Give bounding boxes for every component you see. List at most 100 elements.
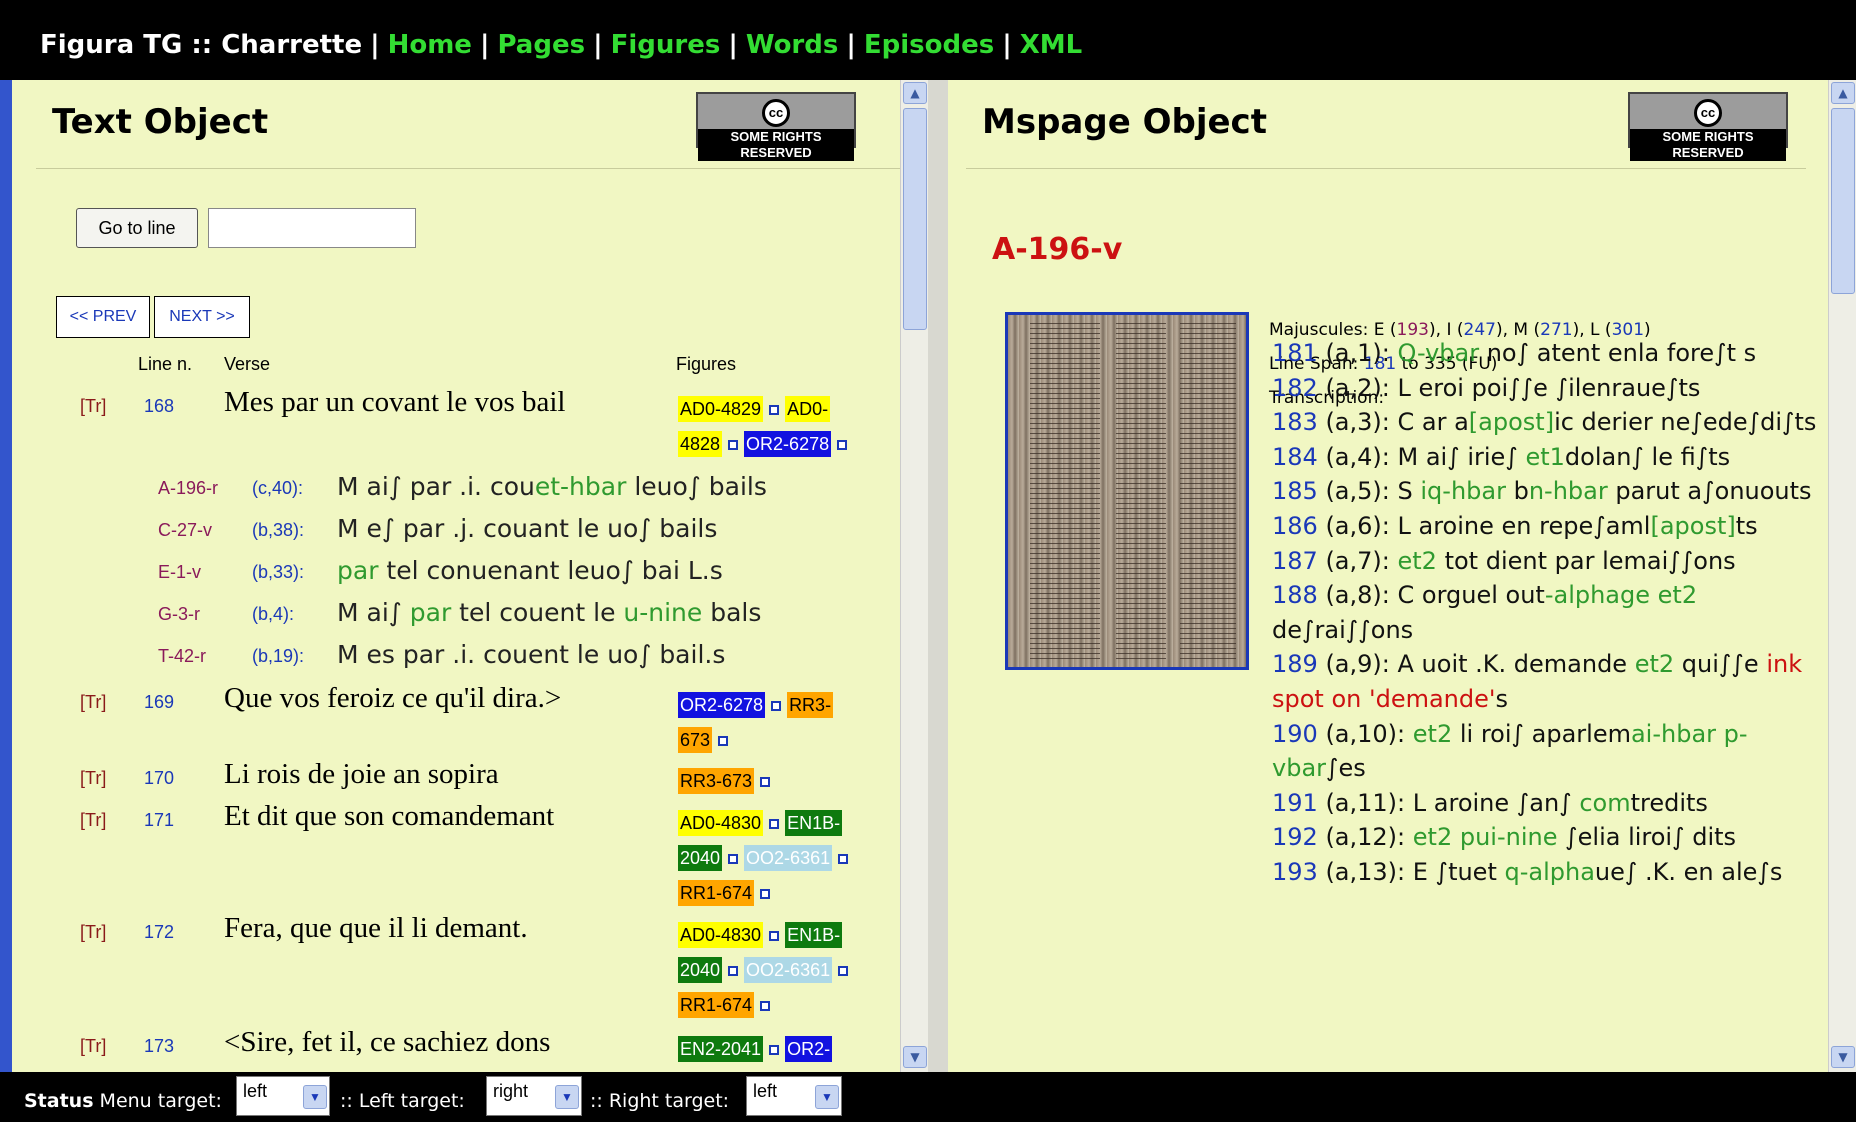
cc-license-badge[interactable]: cc SOME RIGHTS RESERVED [696, 92, 856, 161]
square-icon [760, 889, 771, 900]
figures-cell: AD0-4830 EN1B- 2040 OO2-6361 RR1-674 [678, 806, 878, 911]
tr-link[interactable]: [Tr] [80, 692, 106, 713]
tr-link[interactable]: [Tr] [80, 1036, 106, 1057]
pane-divider[interactable] [928, 80, 948, 1072]
figure-tag[interactable]: OO2-6361 [744, 957, 833, 983]
menu-target-select[interactable]: left ▼ [236, 1076, 330, 1116]
nav-pages[interactable]: Pages [497, 30, 585, 60]
witness-text: M e∫ par .j. couant le uo∫ bails [337, 514, 718, 543]
chevron-down-icon[interactable]: ▼ [815, 1085, 839, 1109]
next-button[interactable]: NEXT >> [154, 296, 250, 338]
line-number-link[interactable]: 191 [1272, 789, 1318, 817]
line-number-link[interactable]: 193 [1272, 858, 1318, 886]
site-title: Figura TG :: Charrette [40, 30, 363, 60]
transcription-lines: 181 (a,1): Q-vbar no∫ atent enla fore∫t … [1272, 336, 1817, 890]
line-number-link[interactable]: 186 [1272, 512, 1318, 540]
left-target-select[interactable]: right ▼ [486, 1076, 582, 1116]
line-number-link[interactable]: 187 [1272, 547, 1318, 575]
line-number-link[interactable]: 192 [1272, 823, 1318, 851]
line-number[interactable]: 171 [144, 810, 174, 831]
line-number[interactable]: 172 [144, 922, 174, 943]
figure-tag[interactable]: RR3-673 [678, 768, 755, 794]
go-to-line-input[interactable] [208, 208, 416, 248]
witness-id[interactable]: E-1-v [158, 562, 201, 583]
line-number-link[interactable]: 185 [1272, 477, 1318, 505]
witness-text: par tel conuenant leuo∫ bai L.s [337, 556, 723, 585]
left-scrollbar[interactable]: ▲ ▼ [900, 80, 928, 1072]
line-number-link[interactable]: 189 [1272, 650, 1318, 678]
right-target-select[interactable]: left ▼ [746, 1076, 842, 1116]
square-icon [760, 777, 771, 788]
witness-text: M ai∫ par .i. couet-hbar leuo∫ bails [337, 472, 767, 501]
go-to-line-button[interactable]: Go to line [76, 208, 198, 248]
square-icon [769, 819, 780, 830]
chevron-down-icon[interactable]: ▼ [555, 1085, 579, 1109]
witness-id[interactable]: T-42-r [158, 646, 206, 667]
figure-tag[interactable]: OR2-6278 [678, 692, 766, 718]
witness-position: (b,19): [252, 646, 305, 666]
line-number[interactable]: 173 [144, 1036, 174, 1057]
witness-position: (b,33): [252, 562, 305, 582]
nav-words[interactable]: Words [746, 30, 839, 60]
tr-link[interactable]: [Tr] [80, 396, 106, 417]
scroll-thumb[interactable] [1831, 108, 1855, 294]
tr-link[interactable]: [Tr] [80, 922, 106, 943]
chevron-down-icon[interactable]: ▼ [303, 1085, 327, 1109]
nav-episodes[interactable]: Episodes [864, 30, 994, 60]
figure-tag[interactable]: AD0-4829 [678, 396, 764, 422]
line-number-link[interactable]: 188 [1272, 581, 1318, 609]
scroll-down-icon[interactable]: ▼ [903, 1046, 927, 1068]
line-number-link[interactable]: 190 [1272, 720, 1318, 748]
witness-id[interactable]: A-196-r [158, 478, 218, 499]
cc-license-badge[interactable]: cc SOME RIGHTS RESERVED [1628, 92, 1788, 161]
square-icon [769, 931, 780, 942]
figure-tag[interactable]: RR3- [787, 692, 834, 718]
scroll-down-icon[interactable]: ▼ [1831, 1046, 1855, 1068]
cc-icon: cc [762, 99, 790, 127]
line-number[interactable]: 168 [144, 396, 174, 417]
tr-link[interactable]: [Tr] [80, 768, 106, 789]
tr-link[interactable]: [Tr] [80, 810, 106, 831]
figure-tag[interactable]: EN1B- [785, 810, 843, 836]
figure-tag[interactable]: RR1-674 [678, 992, 755, 1018]
line-number[interactable]: 169 [144, 692, 174, 713]
right-target-label: :: Right target: [590, 1090, 730, 1112]
figure-tag[interactable]: 4828 [678, 431, 723, 457]
figure-tag[interactable]: 2040 [678, 845, 723, 871]
prev-button[interactable]: << PREV [56, 296, 150, 338]
figure-tag[interactable]: 673 [678, 727, 713, 753]
figure-tag[interactable]: OO2-6361 [744, 845, 833, 871]
witness-text: M ai∫ par tel couent le u-nine bals [337, 598, 762, 627]
col-line-no: Line n. [138, 354, 193, 374]
pane-title: Text Object [52, 102, 269, 142]
transcription-line: 181 (a,1): Q-vbar no∫ atent enla fore∫t … [1272, 339, 1757, 367]
scroll-thumb[interactable] [903, 108, 927, 330]
scroll-up-icon[interactable]: ▲ [1831, 82, 1855, 104]
figure-tag[interactable]: EN2-2041 [678, 1036, 764, 1062]
nav-xml[interactable]: XML [1020, 30, 1083, 60]
scroll-up-icon[interactable]: ▲ [903, 82, 927, 104]
figure-tag[interactable]: 2040 [678, 957, 723, 983]
line-number-link[interactable]: 183 [1272, 408, 1318, 436]
figure-tag[interactable]: AD0- [785, 396, 831, 422]
line-number-link[interactable]: 181 [1272, 339, 1318, 367]
cc-icon: cc [1694, 99, 1722, 127]
transcription-line: 187 (a,7): et2 tot dient par lemai∫∫ons [1272, 546, 1736, 575]
top-nav-bar: Figura TG :: Charrette | Home | Pages | Figure… [0, 0, 1856, 80]
figure-tag[interactable]: AD0-4830 [678, 810, 764, 836]
manuscript-thumbnail[interactable] [1005, 312, 1249, 670]
line-number[interactable]: 170 [144, 768, 174, 789]
figure-tag[interactable]: OR2-6278 [744, 431, 832, 457]
figure-tag[interactable]: OR2- [785, 1036, 833, 1062]
nav-figures[interactable]: Figures [611, 30, 721, 60]
witness-id[interactable]: C-27-v [158, 520, 212, 541]
figure-tag[interactable]: RR1-674 [678, 880, 755, 906]
line-number-link[interactable]: 184 [1272, 443, 1318, 471]
nav-home[interactable]: Home [388, 30, 472, 60]
figures-cell: EN2-2041 OR2- [678, 1032, 878, 1067]
witness-id[interactable]: G-3-r [158, 604, 200, 625]
figure-tag[interactable]: EN1B- [785, 922, 843, 948]
line-number-link[interactable]: 182 [1272, 374, 1318, 402]
figure-tag[interactable]: AD0-4830 [678, 922, 764, 948]
right-scrollbar[interactable]: ▲ ▼ [1828, 80, 1856, 1072]
